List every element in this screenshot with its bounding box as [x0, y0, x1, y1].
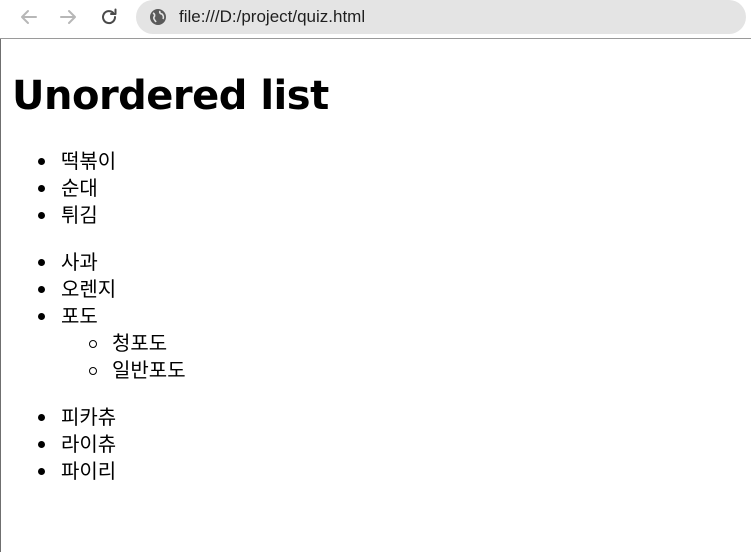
forward-button[interactable] — [53, 4, 83, 30]
bullet-disc — [38, 313, 45, 320]
food-list: 떡볶이 순대 튀김 — [12, 148, 116, 229]
list-item: 튀김 — [12, 202, 116, 229]
sublist-item: 청포도 — [12, 330, 186, 357]
fruit-list: 사과 오렌지 포도 청포도 일반포도 — [12, 249, 186, 384]
list-item: 포도 청포도 일반포도 — [12, 303, 186, 384]
bullet-disc — [38, 468, 45, 475]
list-item: 오렌지 — [12, 276, 186, 303]
back-arrow-icon — [21, 10, 37, 24]
grape-sublist: 청포도 일반포도 — [12, 330, 186, 384]
list-item: 피카츄 — [12, 404, 116, 431]
url-text[interactable]: file:///D:/project/quiz.html — [179, 7, 365, 27]
list-item: 떡볶이 — [12, 148, 116, 175]
list-item: 파이리 — [12, 458, 116, 485]
bullet-disc — [38, 212, 45, 219]
bullet-disc — [38, 286, 45, 293]
address-bar[interactable]: file:///D:/project/quiz.html — [136, 0, 746, 34]
bullet-circle — [89, 367, 97, 375]
reload-button[interactable] — [94, 4, 124, 30]
list-item: 라이츄 — [12, 431, 116, 458]
bullet-circle — [89, 340, 97, 348]
window-left-edge — [0, 39, 1, 552]
bullet-disc — [38, 158, 45, 165]
forward-arrow-icon — [60, 10, 76, 24]
bullet-disc — [38, 259, 45, 266]
pokemon-list: 피카츄 라이츄 파이리 — [12, 404, 116, 485]
bullet-disc — [38, 441, 45, 448]
bullet-disc — [38, 185, 45, 192]
reload-icon — [102, 8, 117, 25]
list-item: 사과 — [12, 249, 186, 276]
list-item: 순대 — [12, 175, 116, 202]
sublist-item: 일반포도 — [12, 357, 186, 384]
globe-icon[interactable] — [149, 8, 167, 26]
browser-toolbar: file:///D:/project/quiz.html — [0, 0, 751, 39]
bullet-disc — [38, 414, 45, 421]
back-button[interactable] — [14, 4, 44, 30]
page-heading: Unordered list — [12, 73, 329, 119]
